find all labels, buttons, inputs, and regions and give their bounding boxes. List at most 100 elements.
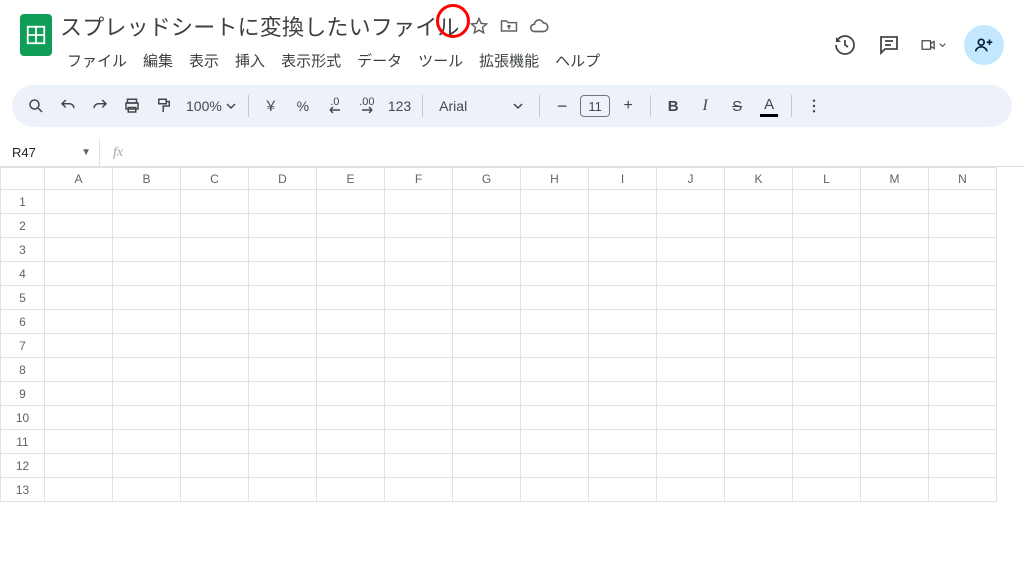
cell[interactable] bbox=[45, 358, 113, 382]
cell[interactable] bbox=[589, 430, 657, 454]
redo-icon[interactable] bbox=[86, 92, 114, 120]
cell[interactable] bbox=[521, 190, 589, 214]
cell[interactable] bbox=[521, 310, 589, 334]
cell[interactable] bbox=[657, 238, 725, 262]
cell[interactable] bbox=[113, 262, 181, 286]
cell[interactable] bbox=[793, 310, 861, 334]
cell[interactable] bbox=[249, 430, 317, 454]
cell[interactable] bbox=[929, 406, 997, 430]
column-header[interactable]: J bbox=[657, 168, 725, 190]
cell[interactable] bbox=[861, 310, 929, 334]
cell[interactable] bbox=[657, 454, 725, 478]
bold-button[interactable]: B bbox=[659, 92, 687, 120]
column-header[interactable]: L bbox=[793, 168, 861, 190]
move-folder-icon[interactable] bbox=[498, 15, 520, 37]
cell[interactable] bbox=[589, 406, 657, 430]
cell[interactable] bbox=[385, 214, 453, 238]
cell[interactable] bbox=[181, 358, 249, 382]
cell[interactable] bbox=[521, 358, 589, 382]
row-header[interactable]: 5 bbox=[1, 286, 45, 310]
cell[interactable] bbox=[45, 334, 113, 358]
cell[interactable] bbox=[793, 358, 861, 382]
cell[interactable] bbox=[725, 310, 793, 334]
cell[interactable] bbox=[521, 430, 589, 454]
cell[interactable] bbox=[45, 238, 113, 262]
cell[interactable] bbox=[385, 238, 453, 262]
cell[interactable] bbox=[793, 262, 861, 286]
cell[interactable] bbox=[317, 406, 385, 430]
cell[interactable] bbox=[725, 262, 793, 286]
cell[interactable] bbox=[113, 214, 181, 238]
cell[interactable] bbox=[725, 214, 793, 238]
column-header[interactable]: D bbox=[249, 168, 317, 190]
name-box[interactable]: R47 ▼ bbox=[0, 139, 100, 166]
cell[interactable] bbox=[113, 358, 181, 382]
cell[interactable] bbox=[589, 454, 657, 478]
column-header[interactable]: H bbox=[521, 168, 589, 190]
cell[interactable] bbox=[453, 454, 521, 478]
row-header[interactable]: 7 bbox=[1, 334, 45, 358]
row-header[interactable]: 3 bbox=[1, 238, 45, 262]
column-header[interactable]: K bbox=[725, 168, 793, 190]
undo-icon[interactable] bbox=[54, 92, 82, 120]
cell[interactable] bbox=[793, 454, 861, 478]
cell[interactable] bbox=[453, 214, 521, 238]
number-format-button[interactable]: 123 bbox=[385, 92, 414, 120]
cell[interactable] bbox=[181, 334, 249, 358]
cell[interactable] bbox=[725, 430, 793, 454]
cell[interactable] bbox=[317, 382, 385, 406]
cell[interactable] bbox=[249, 238, 317, 262]
cell[interactable] bbox=[249, 358, 317, 382]
cell[interactable] bbox=[929, 382, 997, 406]
print-icon[interactable] bbox=[118, 92, 146, 120]
zoom-select[interactable]: 100% bbox=[182, 92, 240, 120]
cell[interactable] bbox=[861, 334, 929, 358]
cell[interactable] bbox=[793, 190, 861, 214]
cell[interactable] bbox=[181, 286, 249, 310]
cell[interactable] bbox=[453, 358, 521, 382]
font-size-input[interactable]: 11 bbox=[580, 95, 610, 117]
cell[interactable] bbox=[589, 478, 657, 502]
comment-icon[interactable] bbox=[876, 32, 902, 58]
cell[interactable] bbox=[249, 262, 317, 286]
column-header[interactable]: B bbox=[113, 168, 181, 190]
cell[interactable] bbox=[861, 478, 929, 502]
cell[interactable] bbox=[521, 286, 589, 310]
row-header[interactable]: 12 bbox=[1, 454, 45, 478]
cell[interactable] bbox=[317, 430, 385, 454]
strikethrough-button[interactable]: S bbox=[723, 92, 751, 120]
cell[interactable] bbox=[589, 334, 657, 358]
column-header[interactable]: E bbox=[317, 168, 385, 190]
cell[interactable] bbox=[793, 478, 861, 502]
cell[interactable] bbox=[249, 286, 317, 310]
cell[interactable] bbox=[453, 334, 521, 358]
cell[interactable] bbox=[929, 478, 997, 502]
cell[interactable] bbox=[725, 358, 793, 382]
cell[interactable] bbox=[385, 358, 453, 382]
cell[interactable] bbox=[929, 454, 997, 478]
row-header[interactable]: 10 bbox=[1, 406, 45, 430]
cell[interactable] bbox=[181, 478, 249, 502]
cell[interactable] bbox=[861, 214, 929, 238]
cell[interactable] bbox=[317, 334, 385, 358]
search-menu-icon[interactable] bbox=[22, 92, 50, 120]
cell[interactable] bbox=[589, 358, 657, 382]
cell[interactable] bbox=[453, 310, 521, 334]
menu-file[interactable]: ファイル bbox=[60, 46, 134, 75]
menu-tools[interactable]: ツール bbox=[411, 46, 470, 75]
cell[interactable] bbox=[861, 238, 929, 262]
italic-button[interactable]: I bbox=[691, 92, 719, 120]
cell[interactable] bbox=[249, 310, 317, 334]
select-all-corner[interactable] bbox=[1, 168, 45, 190]
cell[interactable] bbox=[113, 478, 181, 502]
cell[interactable] bbox=[453, 478, 521, 502]
font-size-increase[interactable]: + bbox=[614, 92, 642, 120]
cell[interactable] bbox=[45, 382, 113, 406]
currency-button[interactable]: ￥ bbox=[257, 92, 285, 120]
cell[interactable] bbox=[657, 214, 725, 238]
column-header[interactable]: F bbox=[385, 168, 453, 190]
cell[interactable] bbox=[45, 190, 113, 214]
column-header[interactable]: G bbox=[453, 168, 521, 190]
cell[interactable] bbox=[45, 454, 113, 478]
cell[interactable] bbox=[521, 454, 589, 478]
